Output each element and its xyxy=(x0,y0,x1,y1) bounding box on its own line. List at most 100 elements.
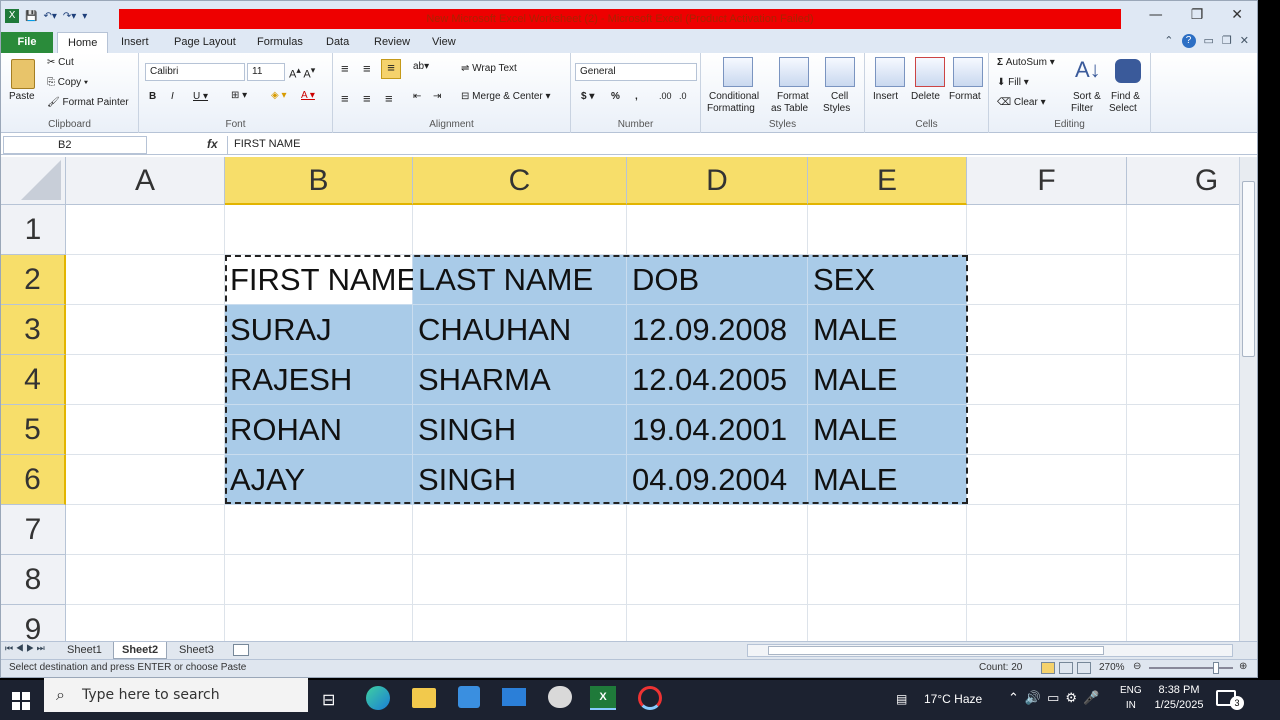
align-left-icon[interactable]: ≡ xyxy=(341,91,349,106)
select-all-corner[interactable] xyxy=(1,157,66,205)
tab-page-layout[interactable]: Page Layout xyxy=(164,32,246,53)
cell-f3[interactable] xyxy=(967,305,1127,355)
restore-button[interactable]: ❐ xyxy=(1191,7,1204,23)
redo-icon[interactable]: ↷▾ xyxy=(63,11,76,22)
delete-cells-button[interactable]: Delete xyxy=(909,57,949,115)
excel-taskbar-icon[interactable]: X xyxy=(590,686,616,710)
view-page-break-icon[interactable] xyxy=(1077,662,1091,674)
sheet-tab-sheet3[interactable]: Sheet3 xyxy=(171,642,222,659)
fill-color-icon[interactable]: ◈ ▾ xyxy=(271,90,287,101)
currency-icon[interactable]: $ ▾ xyxy=(581,91,594,102)
cell-d6[interactable]: 04.09.2004 xyxy=(627,455,808,505)
cell-f9[interactable] xyxy=(967,605,1127,641)
format-painter-button[interactable]: 🖌 Format Painter xyxy=(47,97,129,108)
cell-c7[interactable] xyxy=(413,505,627,555)
cell-styles-button[interactable]: Cell Styles xyxy=(821,57,861,115)
weather-text[interactable]: 17°C Haze xyxy=(924,692,982,706)
zoom-out-icon[interactable]: ⊖ xyxy=(1133,661,1141,672)
insert-sheet-icon[interactable] xyxy=(233,644,249,656)
bold-icon[interactable]: B xyxy=(149,91,156,102)
cell-b3[interactable]: SURAJ xyxy=(225,305,413,355)
format-cells-button[interactable]: Format xyxy=(949,57,989,115)
name-box[interactable]: B2 xyxy=(3,136,147,154)
edge-icon[interactable] xyxy=(366,686,390,710)
tab-insert[interactable]: Insert xyxy=(111,32,159,53)
cell-d4[interactable]: 12.04.2005 xyxy=(627,355,808,405)
horizontal-scrollbar[interactable] xyxy=(747,644,1233,657)
cell-f4[interactable] xyxy=(967,355,1127,405)
windows-start-icon[interactable] xyxy=(12,692,30,710)
column-header-d[interactable]: D xyxy=(627,157,808,205)
cell-g2[interactable] xyxy=(1127,255,1239,305)
cell-d8[interactable] xyxy=(627,555,808,605)
cell-d2[interactable]: DOB xyxy=(627,255,808,305)
increase-decimal-icon[interactable]: .00 xyxy=(659,91,672,101)
cell-c6[interactable]: SINGH xyxy=(413,455,627,505)
align-bottom-icon[interactable]: ≡ xyxy=(381,59,401,79)
borders-icon[interactable]: ⊞ ▾ xyxy=(231,90,247,101)
zoom-level[interactable]: 270% xyxy=(1099,662,1125,673)
cell-a8[interactable] xyxy=(66,555,225,605)
align-top-icon[interactable]: ≡ xyxy=(341,61,349,76)
paint-icon[interactable] xyxy=(548,686,572,708)
column-header-f[interactable]: F xyxy=(967,157,1127,205)
row-header-8[interactable]: 8 xyxy=(1,555,66,605)
wrap-text-button[interactable]: ⇌ Wrap Text xyxy=(461,63,517,74)
cell-f8[interactable] xyxy=(967,555,1127,605)
row-header-6[interactable]: 6 xyxy=(1,455,66,505)
row-header-1[interactable]: 1 xyxy=(1,205,66,255)
cell-f5[interactable] xyxy=(967,405,1127,455)
tab-home[interactable]: Home xyxy=(57,32,109,53)
decrease-indent-icon[interactable]: ⇤ xyxy=(413,91,421,102)
sheet-nav-arrows[interactable]: ⏮ ◀ ▶ ⏭ xyxy=(5,643,45,654)
mail-icon[interactable] xyxy=(502,688,526,706)
cell-e9[interactable] xyxy=(808,605,967,641)
cell-g9[interactable] xyxy=(1127,605,1239,641)
recorder-icon[interactable] xyxy=(638,686,662,710)
vertical-scrollbar[interactable] xyxy=(1239,157,1257,641)
cell-f7[interactable] xyxy=(967,505,1127,555)
task-view-icon[interactable]: ⊟ xyxy=(322,690,335,710)
row-header-5[interactable]: 5 xyxy=(1,405,66,455)
cell-a9[interactable] xyxy=(66,605,225,641)
copy-button[interactable]: ⎘ Copy ▾ xyxy=(47,77,88,88)
cell-a5[interactable] xyxy=(66,405,225,455)
fill-button[interactable]: ⬇ Fill ▾ xyxy=(997,77,1029,88)
tab-review[interactable]: Review xyxy=(364,32,420,53)
merge-center-button[interactable]: ⊟ Merge & Center ▾ xyxy=(461,91,551,102)
cell-e2[interactable]: SEX xyxy=(808,255,967,305)
sheet-tab-sheet1[interactable]: Sheet1 xyxy=(59,642,110,659)
cell-b4[interactable]: RAJESH xyxy=(225,355,413,405)
column-header-g[interactable]: G xyxy=(1127,157,1239,205)
customize-qat-icon[interactable]: ▾ xyxy=(82,11,87,22)
cell-d9[interactable] xyxy=(627,605,808,641)
comma-icon[interactable]: , xyxy=(635,91,638,102)
tab-formulas[interactable]: Formulas xyxy=(247,32,313,53)
cell-c5[interactable]: SINGH xyxy=(413,405,627,455)
vertical-scroll-thumb[interactable] xyxy=(1242,181,1255,357)
format-as-table-button[interactable]: Format as Table xyxy=(771,57,819,115)
column-header-c[interactable]: C xyxy=(413,157,627,205)
workbook-restore-icon[interactable]: ❐ xyxy=(1222,34,1232,48)
cell-c9[interactable] xyxy=(413,605,627,641)
number-format-combo[interactable]: General xyxy=(575,63,697,81)
sheet-tab-sheet2[interactable]: Sheet2 xyxy=(113,642,168,659)
cell-b9[interactable] xyxy=(225,605,413,641)
view-normal-icon[interactable] xyxy=(1041,662,1055,674)
row-header-3[interactable]: 3 xyxy=(1,305,66,355)
cell-a7[interactable] xyxy=(66,505,225,555)
find-select-button[interactable]: Find & Select xyxy=(1109,57,1149,115)
cell-e5[interactable]: MALE xyxy=(808,405,967,455)
cell-a4[interactable] xyxy=(66,355,225,405)
cell-b8[interactable] xyxy=(225,555,413,605)
clear-button[interactable]: ⌫ Clear ▾ xyxy=(997,97,1046,108)
zoom-slider[interactable] xyxy=(1149,667,1233,669)
cell-d5[interactable]: 19.04.2001 xyxy=(627,405,808,455)
cell-f6[interactable] xyxy=(967,455,1127,505)
view-page-layout-icon[interactable] xyxy=(1059,662,1073,674)
clock[interactable]: 8:38 PM 1/25/2025 xyxy=(1152,683,1206,713)
cell-a2[interactable] xyxy=(66,255,225,305)
cell-c8[interactable] xyxy=(413,555,627,605)
cell-f2[interactable] xyxy=(967,255,1127,305)
close-button[interactable]: ✕ xyxy=(1231,7,1243,23)
